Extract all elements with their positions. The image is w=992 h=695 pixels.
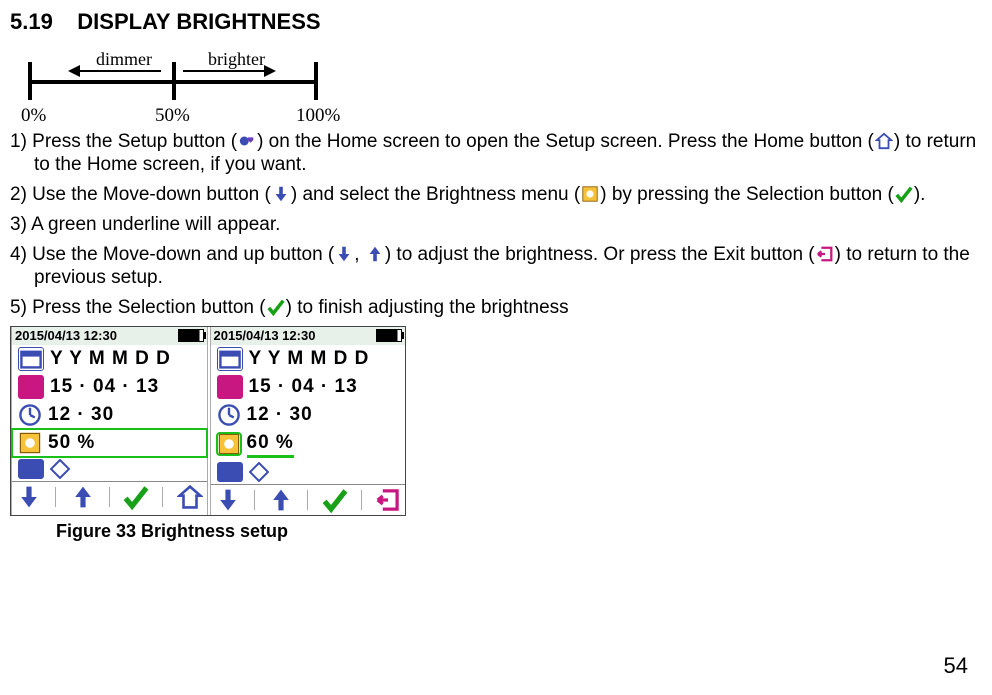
screen-datetime: 2015/04/13 12:30	[15, 328, 117, 344]
nav-exit-icon[interactable]	[375, 487, 401, 513]
brighter-label: brighter	[208, 48, 265, 71]
screenshot-left: 2015/04/13 12:30 Y Y M M D D 15 · 04 · 1…	[11, 327, 208, 515]
arrow-left-icon	[78, 70, 161, 72]
nav-up-icon[interactable]	[268, 487, 294, 513]
density-icon	[249, 462, 269, 482]
brightness-scale-diagram: dimmer brighter 0% 50% 100%	[18, 42, 328, 122]
date-icon	[18, 375, 44, 399]
step-4: 4) Use the Move-down and up button (, ) …	[10, 243, 982, 291]
date-value: 15 · 04 · 13	[249, 375, 358, 399]
nav-down-icon[interactable]	[215, 487, 241, 513]
setup-button-icon	[237, 132, 257, 150]
calendar-icon	[18, 347, 44, 371]
step-5: 5) Press the Selection button () to fini…	[10, 296, 982, 320]
calendar-icon	[217, 347, 243, 371]
time-value: 12 · 30	[48, 403, 114, 427]
brightness-value: 50 %	[48, 431, 95, 455]
date-icon	[217, 375, 243, 399]
step-2: 2) Use the Move-down button () and selec…	[10, 183, 982, 207]
screen-navbar	[211, 484, 406, 515]
clock-icon	[217, 404, 241, 426]
nav-up-icon[interactable]	[70, 484, 96, 510]
exit-button-icon	[815, 245, 835, 263]
bed-icon	[217, 462, 243, 482]
screen-datetime: 2015/04/13 12:30	[214, 328, 316, 344]
brightness-row: 60 %	[211, 429, 406, 460]
ymd-label: Y Y M M D D	[50, 347, 171, 371]
section-heading: 5.19 DISPLAY BRIGHTNESS	[10, 8, 982, 36]
battery-icon	[376, 329, 402, 342]
brightness-value: 60 %	[247, 431, 294, 458]
device-screenshots: 2015/04/13 12:30 Y Y M M D D 15 · 04 · 1…	[10, 326, 406, 516]
home-button-icon	[874, 132, 894, 150]
page-number: 54	[944, 652, 968, 680]
selection-button-icon	[894, 185, 914, 203]
move-up-icon	[365, 245, 385, 263]
nav-down-icon[interactable]	[16, 484, 42, 510]
figure-caption: Figure 33 Brightness setup	[56, 520, 982, 543]
dimmer-label: dimmer	[96, 48, 152, 71]
time-value: 12 · 30	[247, 403, 313, 427]
bed-icon	[18, 459, 44, 479]
arrow-right-icon	[183, 70, 266, 72]
brightness-row-selected: 50 %	[12, 429, 207, 457]
step-3: 3) A green underline will appear.	[10, 213, 982, 237]
move-down-icon	[271, 185, 291, 203]
screenshot-right: 2015/04/13 12:30 Y Y M M D D 15 · 04 · 1…	[210, 327, 406, 515]
ymd-label: Y Y M M D D	[249, 347, 370, 371]
brightness-icon	[217, 433, 241, 455]
battery-icon	[178, 329, 204, 342]
selection-button-icon	[266, 298, 286, 316]
scale-0-label: 0%	[21, 104, 46, 128]
brightness-menu-icon	[580, 185, 600, 203]
date-value: 15 · 04 · 13	[50, 375, 159, 399]
nav-select-icon[interactable]	[322, 487, 348, 513]
scale-50-label: 50%	[155, 104, 190, 128]
move-down-icon	[334, 245, 354, 263]
brightness-icon	[18, 432, 42, 454]
instruction-list: 1) Press the Setup button () on the Home…	[10, 130, 982, 320]
density-icon	[50, 459, 70, 479]
step-1: 1) Press the Setup button () on the Home…	[10, 130, 982, 178]
clock-icon	[18, 404, 42, 426]
nav-select-icon[interactable]	[123, 484, 149, 510]
scale-100-label: 100%	[296, 104, 340, 128]
nav-home-icon[interactable]	[177, 484, 203, 510]
screen-navbar	[12, 481, 207, 512]
